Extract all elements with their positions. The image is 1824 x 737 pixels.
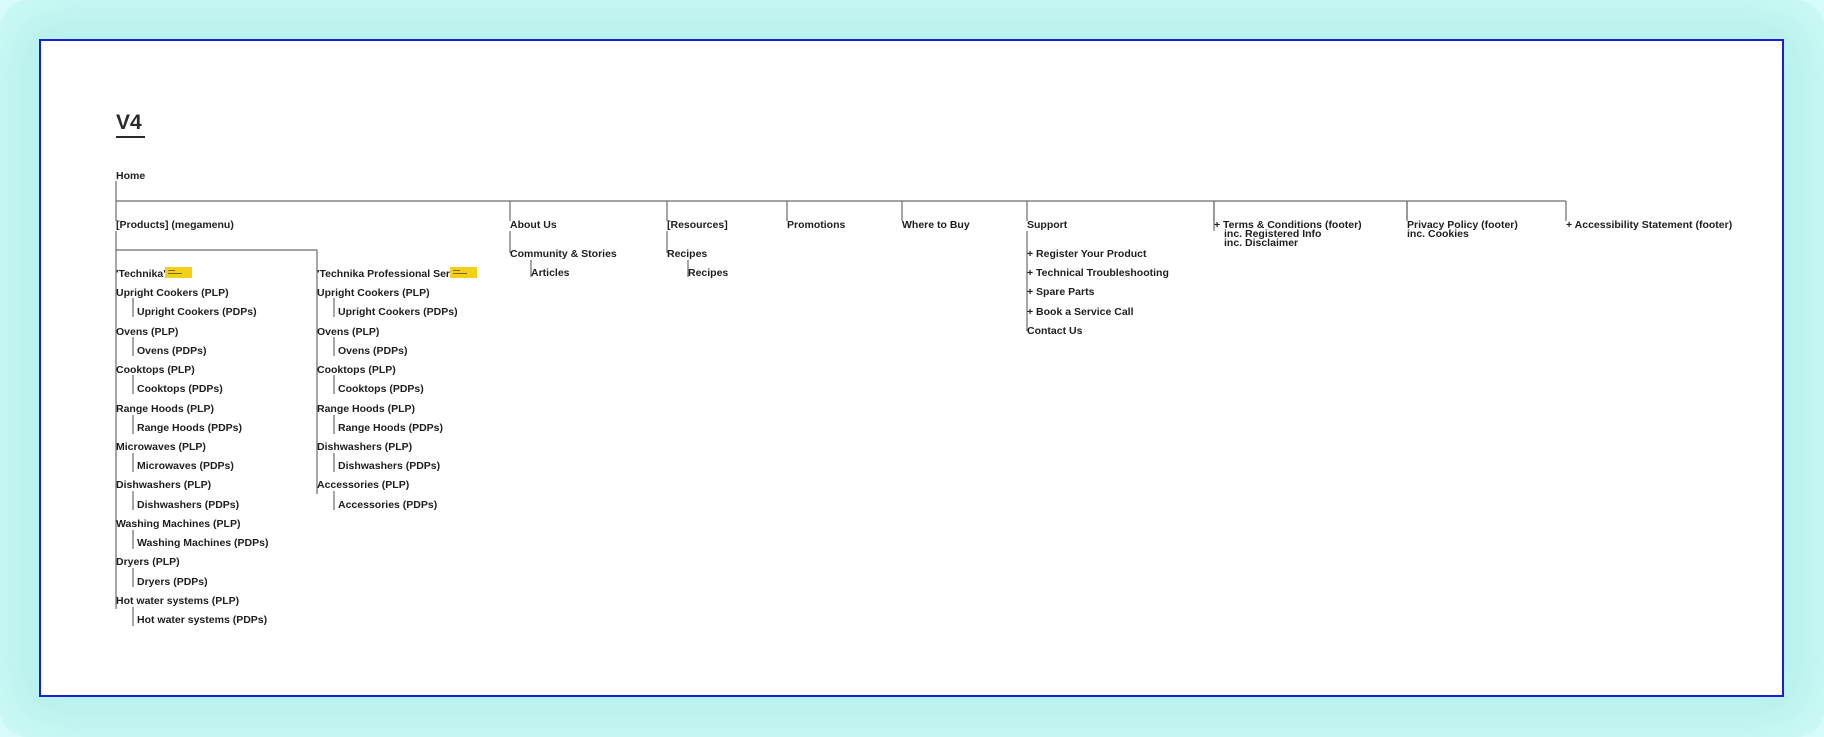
node-recipes-pdp[interactable]: Recipes [688, 267, 728, 279]
professional-plp-accessories[interactable]: Accessories (PLP) [317, 479, 409, 491]
technika-plp-dishwashers[interactable]: Dishwashers (PLP) [116, 479, 211, 491]
node-promotions[interactable]: Promotions [787, 219, 845, 231]
technika-plp-washing-machines[interactable]: Washing Machines (PLP) [116, 518, 240, 530]
technika-pdp-upright-cookers[interactable]: Upright Cookers (PDPs) [137, 306, 257, 318]
technika-pdp-microwaves[interactable]: Microwaves (PDPs) [137, 460, 234, 472]
professional-plp-upright-cookers[interactable]: Upright Cookers (PLP) [317, 287, 430, 299]
professional-pdp-range-hoods[interactable]: Range Hoods (PDPs) [338, 422, 443, 434]
node-products[interactable]: [Products] (megamenu) [116, 219, 234, 231]
node-contact-us[interactable]: Contact Us [1027, 325, 1082, 337]
technika-pdp-ovens[interactable]: Ovens (PDPs) [137, 345, 206, 357]
professional-plp-range-hoods[interactable]: Range Hoods (PLP) [317, 403, 415, 415]
technika-plp-dryers[interactable]: Dryers (PLP) [116, 556, 180, 568]
node-book-service[interactable]: + Book a Service Call [1027, 306, 1134, 318]
technika-plp-ovens[interactable]: Ovens (PLP) [116, 326, 178, 338]
node-technical-troubleshooting[interactable]: + Technical Troubleshooting [1027, 267, 1169, 279]
sticky-note-professional [450, 267, 477, 278]
node-privacy-cookies: inc. Cookies [1407, 228, 1469, 240]
canvas-background: V4 Home [Products] (megamenu) About Us [… [0, 0, 1824, 737]
technika-plp-upright-cookers[interactable]: Upright Cookers (PLP) [116, 287, 229, 299]
professional-plp-ovens[interactable]: Ovens (PLP) [317, 326, 379, 338]
technika-plp-range-hoods[interactable]: Range Hoods (PLP) [116, 403, 214, 415]
technika-pdp-dryers[interactable]: Dryers (PDPs) [137, 576, 208, 588]
node-about-us[interactable]: About Us [510, 219, 557, 231]
node-register-product[interactable]: + Register Your Product [1027, 248, 1147, 260]
professional-pdp-upright-cookers[interactable]: Upright Cookers (PDPs) [338, 306, 458, 318]
technika-plp-cooktops[interactable]: Cooktops (PLP) [116, 364, 195, 376]
node-resources[interactable]: [Resources] [667, 219, 728, 231]
node-articles[interactable]: Articles [531, 267, 570, 279]
professional-plp-dishwashers[interactable]: Dishwashers (PLP) [317, 441, 412, 453]
technika-pdp-washing-machines[interactable]: Washing Machines (PDPs) [137, 537, 268, 549]
node-technika-professional[interactable]: 'Technika Professional Series' [317, 268, 467, 280]
technika-plp-microwaves[interactable]: Microwaves (PLP) [116, 441, 206, 453]
technika-pdp-range-hoods[interactable]: Range Hoods (PDPs) [137, 422, 242, 434]
artboard-frame[interactable]: V4 Home [Products] (megamenu) About Us [… [39, 39, 1784, 697]
professional-pdp-ovens[interactable]: Ovens (PDPs) [338, 345, 407, 357]
node-community-stories[interactable]: Community & Stories [510, 248, 617, 260]
node-accessibility[interactable]: + Accessibility Statement (footer) [1566, 219, 1732, 231]
node-support[interactable]: Support [1027, 219, 1067, 231]
sticky-note-technika [165, 267, 192, 278]
diagram-title: V4 [116, 111, 142, 134]
technika-pdp-dishwashers[interactable]: Dishwashers (PDPs) [137, 499, 239, 511]
professional-pdp-dishwashers[interactable]: Dishwashers (PDPs) [338, 460, 440, 472]
technika-plp-hot-water[interactable]: Hot water systems (PLP) [116, 595, 239, 607]
node-where-to-buy[interactable]: Where to Buy [902, 219, 970, 231]
professional-pdp-cooktops[interactable]: Cooktops (PDPs) [338, 383, 424, 395]
technika-pdp-hot-water[interactable]: Hot water systems (PDPs) [137, 614, 267, 626]
node-terms-disclaimer: inc. Disclaimer [1224, 237, 1299, 249]
title-underline [116, 136, 145, 138]
node-spare-parts[interactable]: + Spare Parts [1027, 286, 1094, 298]
technika-pdp-cooktops[interactable]: Cooktops (PDPs) [137, 383, 223, 395]
professional-plp-cooktops[interactable]: Cooktops (PLP) [317, 364, 396, 376]
professional-pdp-accessories[interactable]: Accessories (PDPs) [338, 499, 437, 511]
node-technika[interactable]: 'Technika' [116, 268, 166, 280]
node-home[interactable]: Home [116, 170, 145, 182]
connector-lines [115, 181, 1567, 626]
node-recipes-plp[interactable]: Recipes [667, 248, 707, 260]
